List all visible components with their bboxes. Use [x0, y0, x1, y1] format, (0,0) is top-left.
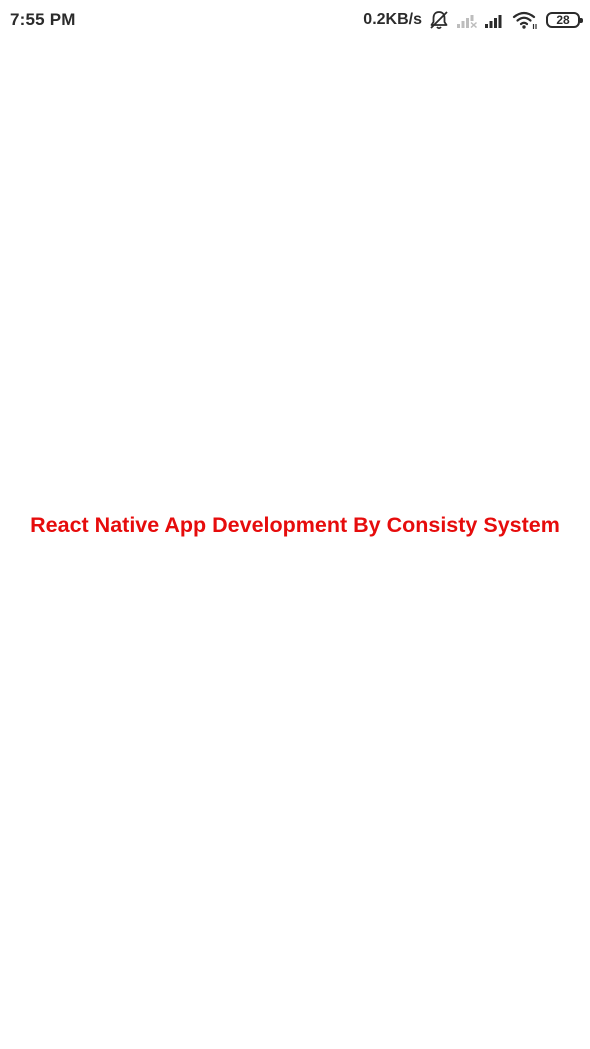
status-bar: 7:55 PM 0.2KB/s 28 [0, 0, 590, 40]
main-content: React Native App Development By Consisty… [0, 40, 590, 1049]
bell-muted-icon [428, 10, 450, 30]
status-icons: 0.2KB/s 28 [363, 10, 583, 30]
battery-tip [580, 18, 583, 23]
headline-text: React Native App Development By Consisty… [30, 513, 560, 537]
battery-icon: 28 [546, 12, 583, 28]
app-screen: 7:55 PM 0.2KB/s 28 React Native App Deve… [0, 0, 590, 1049]
wifi-icon [512, 10, 538, 30]
status-time: 7:55 PM [10, 10, 76, 29]
network-speed: 0.2KB/s [363, 11, 422, 28]
signal-weak-icon [456, 12, 478, 28]
battery-level: 28 [556, 13, 570, 27]
signal-full-icon [484, 12, 506, 28]
